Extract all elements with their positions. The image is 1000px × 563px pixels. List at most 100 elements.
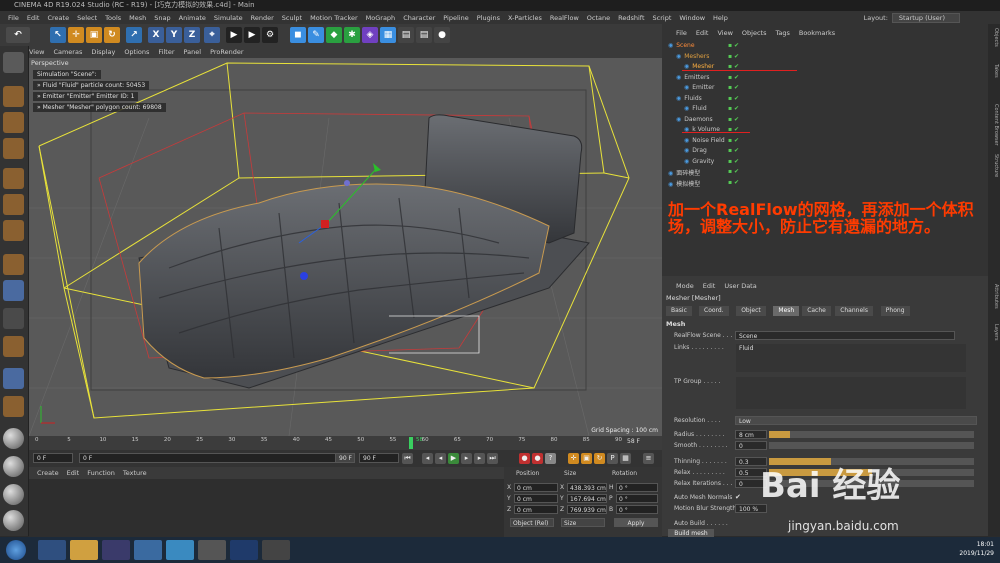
- magnet-icon[interactable]: [3, 336, 24, 357]
- attribute-menu-mode[interactable]: Mode: [676, 282, 694, 290]
- object-menu-bookmarks[interactable]: Bookmarks: [799, 29, 835, 37]
- keyframe-selection-icon[interactable]: ?: [545, 453, 556, 464]
- polygons-mode-icon[interactable]: [3, 220, 24, 241]
- object-visibility-check[interactable]: ▪ ✔: [728, 158, 739, 165]
- coords-size-field[interactable]: 769.939 cm: [567, 505, 607, 514]
- side-tab-content-browser[interactable]: Content Browser: [989, 104, 999, 146]
- play-icon[interactable]: ▶: [448, 453, 459, 464]
- cube-icon[interactable]: ◼: [290, 27, 306, 43]
- deformer-icon[interactable]: ◈: [362, 27, 378, 43]
- material-menu-texture[interactable]: Texture: [123, 469, 147, 477]
- rotate-icon[interactable]: ↻: [104, 27, 120, 43]
- sphere-material-3-icon[interactable]: [3, 484, 24, 505]
- object-row-1[interactable]: ◉ Meshers: [676, 53, 709, 60]
- object-row-5[interactable]: ◉ Fluids: [676, 95, 702, 102]
- sphere-material-icon[interactable]: [3, 428, 24, 449]
- layout-selector[interactable]: Layout: Startup (User): [864, 11, 1000, 24]
- y-axis-button[interactable]: Y: [166, 27, 182, 43]
- side-tab-structure[interactable]: Structure: [989, 154, 999, 177]
- realflow-scene-field[interactable]: Scene: [735, 331, 955, 340]
- menu-select[interactable]: Select: [77, 14, 97, 22]
- menu-window[interactable]: Window: [679, 14, 705, 22]
- menu-character[interactable]: Character: [403, 14, 435, 22]
- object-row-3[interactable]: ◉ Emitters: [676, 74, 710, 81]
- object-row-6[interactable]: ◉ Fluid: [684, 105, 707, 112]
- coords-size-field[interactable]: 167.694 cm: [567, 494, 607, 503]
- menu-redshift[interactable]: Redshift: [618, 14, 644, 22]
- move-icon[interactable]: ✛: [68, 27, 84, 43]
- object-visibility-check[interactable]: ▪ ✔: [728, 116, 739, 123]
- object-menu-view[interactable]: View: [717, 29, 732, 37]
- timeline-playhead[interactable]: [409, 437, 413, 449]
- goto-start-icon[interactable]: ⏮: [402, 453, 413, 464]
- ie-icon[interactable]: [38, 540, 66, 560]
- layout-dropdown[interactable]: Startup (User): [891, 12, 960, 23]
- viewport-menu-display[interactable]: Display: [91, 48, 115, 56]
- end-frame-field[interactable]: 90 F: [335, 453, 355, 463]
- tweak-mode-icon[interactable]: [3, 280, 24, 301]
- menu-mesh[interactable]: Mesh: [129, 14, 146, 22]
- coords-rotation-field[interactable]: 0 °: [616, 483, 658, 492]
- menu-mograph[interactable]: MoGraph: [366, 14, 396, 22]
- object-visibility-check[interactable]: ▪ ✔: [728, 147, 739, 154]
- object-row-12[interactable]: ◉ 面碎模型: [668, 168, 700, 177]
- explorer-icon[interactable]: [70, 540, 98, 560]
- menu-motion-tracker[interactable]: Motion Tracker: [310, 14, 358, 22]
- object-menu-file[interactable]: File: [676, 29, 687, 37]
- menu-x-particles[interactable]: X-Particles: [508, 14, 542, 22]
- render-view-icon[interactable]: ▶: [226, 27, 242, 43]
- next-key-icon[interactable]: ▸: [474, 453, 485, 464]
- object-menu-tags[interactable]: Tags: [775, 29, 789, 37]
- coords-rotation-field[interactable]: 0 °: [616, 505, 658, 514]
- menu-edit[interactable]: Edit: [27, 14, 40, 22]
- apply-button[interactable]: Apply: [614, 518, 658, 527]
- render-picture-viewer-icon[interactable]: ▶: [244, 27, 260, 43]
- key-position-icon[interactable]: ✛: [568, 453, 579, 464]
- coords-mode-dropdown[interactable]: Object (Rel): [510, 518, 554, 527]
- preview-end-field[interactable]: 90 F: [359, 453, 399, 463]
- coords-position-field[interactable]: 0 cm: [514, 494, 558, 503]
- prev-key-icon[interactable]: ◂: [422, 453, 433, 464]
- coords-size-field[interactable]: 438.393 cm: [567, 483, 607, 492]
- coords-position-field[interactable]: 0 cm: [514, 483, 558, 492]
- object-visibility-check[interactable]: ▪ ✔: [728, 63, 739, 70]
- menu-octane[interactable]: Octane: [587, 14, 610, 22]
- object-visibility-check[interactable]: ▪ ✔: [728, 137, 739, 144]
- snap-icon[interactable]: [3, 308, 24, 329]
- tab-phong[interactable]: Phong: [880, 306, 910, 316]
- object-visibility-check[interactable]: ▪ ✔: [728, 105, 739, 112]
- timeline[interactable]: 58 58 F 0 5 10 15 20 25 30 35 40 45 50 55 60 65 70 75 80…: [29, 436, 662, 450]
- camera-alt-icon[interactable]: ▤: [416, 27, 432, 43]
- object-visibility-check[interactable]: ▪ ✔: [728, 179, 739, 186]
- object-row-10[interactable]: ◉ Drag: [684, 147, 707, 154]
- object-row-9[interactable]: ◉ Noise Field: [684, 137, 725, 144]
- param-slider[interactable]: [769, 442, 974, 449]
- record-keys-icon[interactable]: ●: [519, 453, 530, 464]
- viewport-menu-options[interactable]: Options: [124, 48, 149, 56]
- photoshop-task-icon[interactable]: [230, 540, 258, 560]
- array-icon[interactable]: ✱: [344, 27, 360, 43]
- object-row-7[interactable]: ◉ Daemons: [676, 116, 713, 123]
- menu-animate[interactable]: Animate: [179, 14, 206, 22]
- tab-mesh[interactable]: Mesh: [773, 306, 800, 316]
- camera-icon[interactable]: ▤: [398, 27, 414, 43]
- coords-rotation-field[interactable]: 0 °: [616, 494, 658, 503]
- x-axis-button[interactable]: X: [148, 27, 164, 43]
- object-visibility-check[interactable]: ▪ ✔: [728, 168, 739, 175]
- menu-sculpt[interactable]: Sculpt: [282, 14, 302, 22]
- cinema4d-task-icon[interactable]: [198, 540, 226, 560]
- object-visibility-check[interactable]: ▪ ✔: [728, 95, 739, 102]
- material-menu-function[interactable]: Function: [87, 469, 115, 477]
- object-visibility-check[interactable]: ▪ ✔: [728, 84, 739, 91]
- viewport-menu-cameras[interactable]: Cameras: [53, 48, 82, 56]
- tab-cache[interactable]: Cache: [802, 306, 831, 316]
- prev-frame-icon[interactable]: ◂: [435, 453, 446, 464]
- object-visibility-check[interactable]: ▪ ✔: [728, 74, 739, 81]
- current-frame-field[interactable]: 0 F: [79, 453, 349, 463]
- environment-icon[interactable]: ▦: [380, 27, 396, 43]
- recent-tools-icon[interactable]: ↗: [126, 27, 142, 43]
- autokey-icon[interactable]: ●: [532, 453, 543, 464]
- axis-mode-icon[interactable]: [3, 254, 24, 275]
- coords-position-field[interactable]: 0 cm: [514, 505, 558, 514]
- object-menu-objects[interactable]: Objects: [742, 29, 767, 37]
